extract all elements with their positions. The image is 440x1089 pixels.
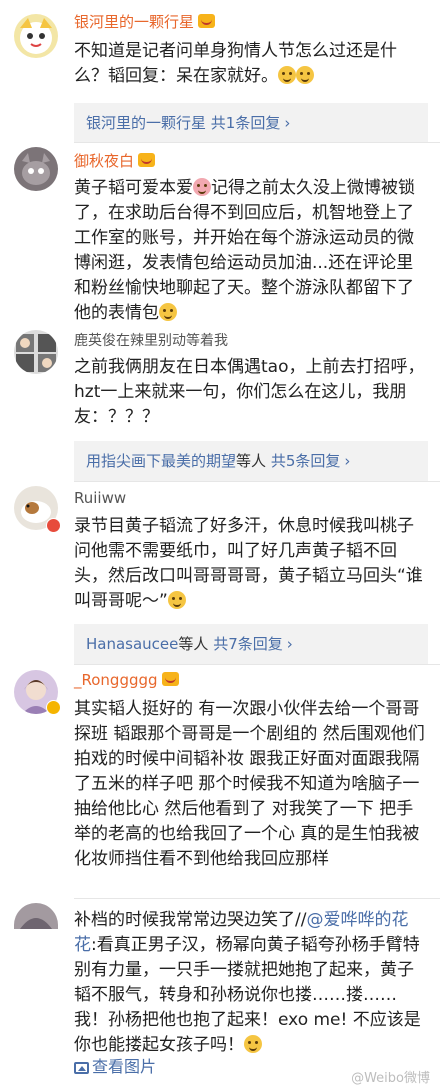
vip-badge-icon bbox=[198, 14, 216, 28]
emoji-icon bbox=[167, 591, 186, 609]
avatar[interactable] bbox=[14, 14, 58, 58]
avatar[interactable] bbox=[14, 147, 58, 191]
vip-badge-icon bbox=[161, 672, 179, 686]
username[interactable]: Ruiiww bbox=[74, 488, 126, 508]
divider bbox=[74, 481, 440, 482]
avatar[interactable] bbox=[14, 903, 58, 929]
watermark: @Weibo微博 bbox=[351, 1071, 430, 1086]
image-icon bbox=[74, 1062, 89, 1074]
divider bbox=[74, 142, 440, 143]
heart-emoji-icon bbox=[193, 178, 211, 196]
avatar[interactable] bbox=[14, 330, 58, 374]
view-image-link[interactable]: 查看图片 bbox=[74, 1056, 156, 1078]
divider bbox=[74, 898, 440, 899]
reply-summary[interactable]: 银河里的一颗行星 共1条回复 › bbox=[74, 103, 428, 143]
divider bbox=[74, 664, 440, 665]
emoji-icon bbox=[278, 66, 296, 84]
verified-badge-icon bbox=[46, 700, 61, 715]
chevron-right-icon: › bbox=[286, 635, 293, 653]
emoji-icon bbox=[244, 1035, 262, 1053]
vip-badge-icon bbox=[138, 153, 156, 167]
comment-text: 不知道是记者问单身狗情人节怎么过还是什么？韬回复：呆在家就好。 bbox=[74, 41, 397, 86]
emoji-icon bbox=[159, 303, 177, 321]
comment-text: 录节目黄子韬流了好多汗，休息时候我叫桃子问他需不需要纸巾，叫了好几声黄子韬不回头… bbox=[74, 516, 423, 611]
username[interactable]: 鹿英俊在辣里别动等着我 bbox=[74, 331, 228, 351]
username[interactable]: 银河里的一颗行星 bbox=[74, 12, 216, 32]
chevron-right-icon: › bbox=[284, 114, 291, 132]
reply-summary[interactable]: Hanasaucee等人 共7条回复 › bbox=[74, 624, 428, 664]
comment-text: 之前我俩朋友在日本偶遇tao，上前去打招呼，hzt一上来就来一句，你们怎么在这儿… bbox=[74, 357, 425, 427]
username[interactable]: 御秋夜白 bbox=[74, 151, 156, 171]
comment-text: 补档的时候我常常边哭边笑了//@爱哗哗的花花:看真正男子汉，杨幂向黄子韬夸孙杨手… bbox=[74, 910, 421, 1055]
comment-text: 其实韬人挺好的 有一次跟小伙伴去给一个哥哥探班 韬跟那个哥哥是一个剧组的 然后围… bbox=[74, 699, 425, 869]
verified-badge-icon bbox=[46, 518, 61, 533]
emoji-icon bbox=[296, 66, 314, 84]
chevron-right-icon: › bbox=[344, 452, 351, 470]
reply-summary[interactable]: 用指尖画下最美的期望等人 共5条回复 › bbox=[74, 441, 428, 481]
username[interactable]: _Ronggggg bbox=[74, 670, 179, 690]
comment-text: 黄子韬可爱本爱 记得之前太久没上微博被锁了，在求助后台得不到回应后，机智地登上了工… bbox=[74, 178, 415, 323]
